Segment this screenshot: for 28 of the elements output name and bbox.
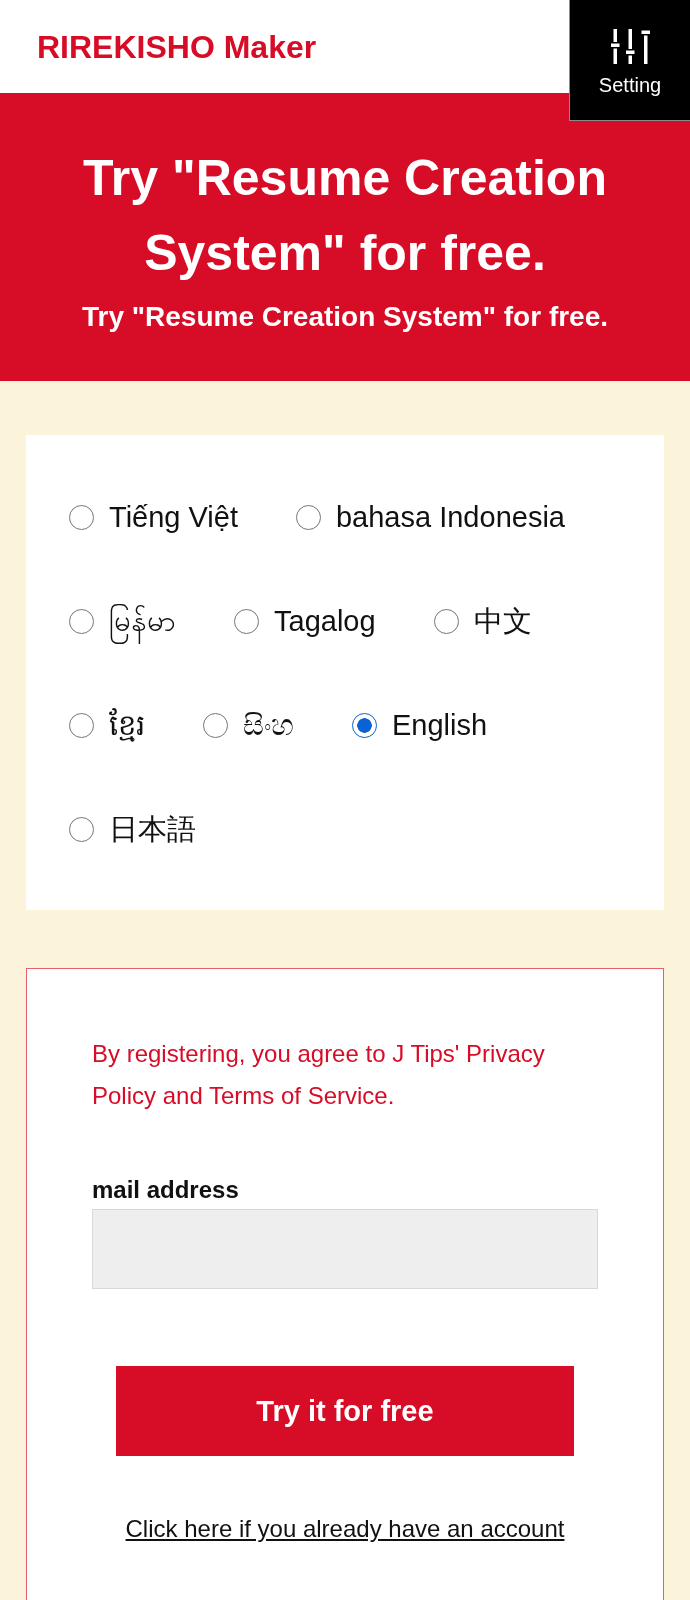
radio-button[interactable] [433, 608, 459, 634]
banner-title: Try "Resume Creation System" for free. [82, 149, 608, 283]
terms-notice: By registering, you agree to J Tips' Privacy Policy and Terms of Service. [92, 1039, 546, 1111]
radio-button[interactable] [69, 712, 94, 738]
radio-button[interactable] [234, 608, 259, 634]
radio-button[interactable] [203, 712, 228, 738]
language-label[interactable]: English [392, 700, 488, 750]
language-label[interactable]: Tiếng Việt [109, 492, 238, 542]
banner-subtitle: Try "Resume Creation System" for free. [80, 300, 610, 334]
login-link[interactable]: Click here if you already have an account [125, 1515, 565, 1542]
radio-button[interactable] [296, 504, 321, 530]
logo-text[interactable]: RIREKISHO Maker [37, 26, 317, 67]
language-label[interactable]: සිංහ [243, 700, 294, 750]
language-label[interactable]: ខ្មែរ [109, 700, 145, 750]
radio-button[interactable] [69, 816, 94, 842]
language-label[interactable]: 中文 [473, 596, 532, 646]
sliders-icon [610, 29, 650, 64]
radio-button[interactable] [352, 712, 377, 738]
language-label[interactable]: Tagalog [274, 596, 376, 646]
language-label[interactable]: bahasa Indonesia [336, 492, 565, 542]
radio-button[interactable] [69, 504, 94, 530]
email-label: mail address [92, 1175, 239, 1205]
language-label[interactable]: မြန်မာ [109, 596, 176, 646]
language-label[interactable]: 日本語 [109, 804, 196, 854]
settings-button[interactable]: Setting [569, 0, 690, 121]
radio-button[interactable] [69, 608, 94, 634]
email-field[interactable] [92, 1209, 598, 1289]
try-free-button[interactable]: Try it for free [116, 1366, 574, 1456]
